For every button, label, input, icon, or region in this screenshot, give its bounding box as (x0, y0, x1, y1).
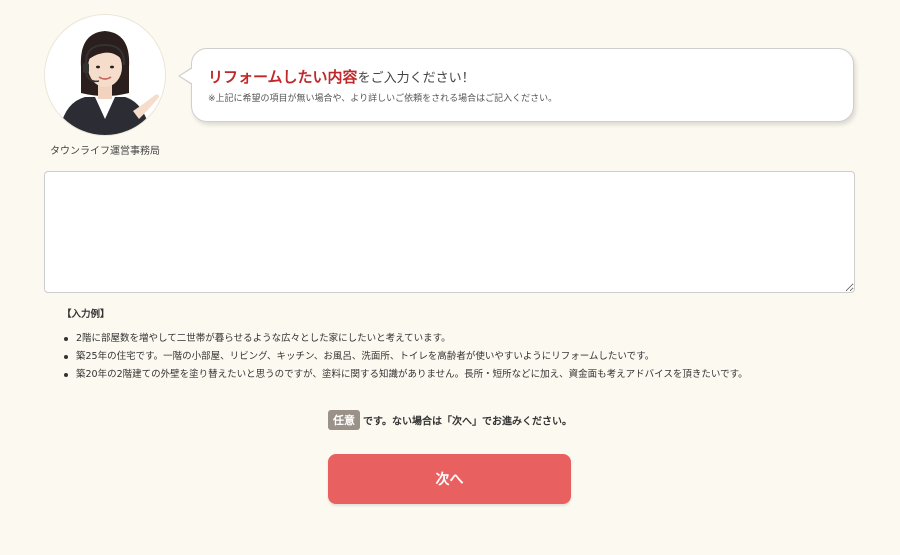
operator-label: タウンライフ運営事務局 (50, 146, 160, 157)
operator-illustration (59, 31, 159, 135)
optional-badge: 任意 (328, 410, 360, 430)
examples-title: 【入力例】 (62, 309, 110, 320)
bubble-title-rest: をご入力ください！ (357, 71, 475, 86)
optional-text: です。ない場合は「次へ」でお進みください。 (363, 416, 572, 428)
examples-list: 2階に部屋数を増やして二世帯が暮らせるような広々とした家にしたいと考えています。… (62, 330, 748, 384)
operator-avatar (44, 14, 166, 136)
operator-block: タウンライフ運営事務局 (44, 14, 166, 157)
speech-bubble: リフォームしたい内容をご入力ください！ ※上記に希望の項目が無い場合や、より詳し… (178, 48, 854, 122)
example-item: 築20年の2階建ての外壁を塗り替えたいと思うのですが、塗料に関する知識がありませ… (62, 366, 748, 384)
example-item: 築25年の住宅です。一階の小部屋、リビング、キッチン、お風呂、洗面所、トイレを高… (62, 348, 748, 366)
input-examples: 【入力例】 2階に部屋数を増やして二世帯が暮らせるような広々とした家にしたいと考… (62, 306, 748, 384)
optional-notice: 任意 です。ない場合は「次へ」でお進みください。 (0, 410, 900, 430)
bubble-title: リフォームしたい内容をご入力ください！ (208, 66, 475, 87)
next-button[interactable]: 次へ (328, 454, 571, 504)
reform-details-textarea[interactable] (44, 171, 855, 293)
bubble-note: ※上記に希望の項目が無い場合や、より詳しいご依頼をされる場合はご記入ください。 (208, 94, 558, 104)
bubble-title-highlight: リフォームしたい内容 (208, 68, 358, 86)
example-item: 2階に部屋数を増やして二世帯が暮らせるような広々とした家にしたいと考えています。 (62, 330, 748, 348)
